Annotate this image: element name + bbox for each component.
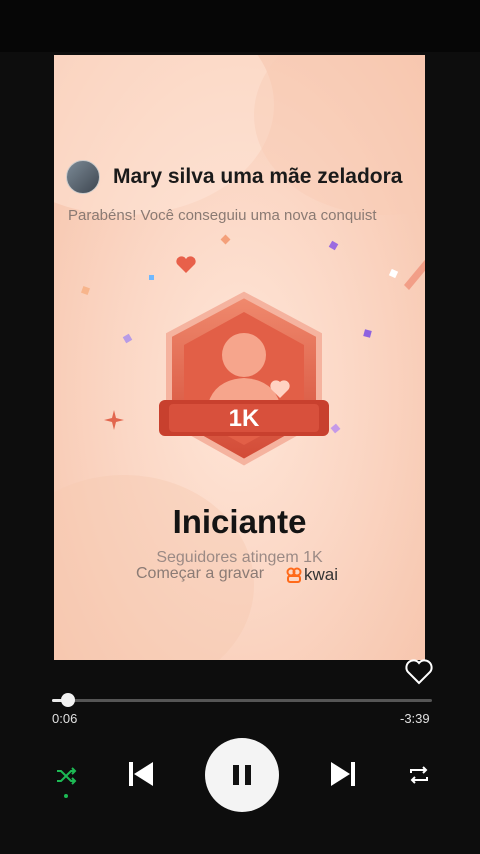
username[interactable]: Mary silva uma mãe zeladora xyxy=(113,165,402,189)
pause-button[interactable] xyxy=(205,738,279,812)
progress-thumb[interactable] xyxy=(61,693,75,707)
achievement-subtitle: Parabéns! Você conseguiu uma nova conqui… xyxy=(68,207,377,224)
remaining-time: -3:39 xyxy=(400,711,430,726)
achievement-title: Iniciante xyxy=(172,503,307,540)
heart-sticker-icon xyxy=(176,256,196,273)
sparkle-icon xyxy=(104,410,124,430)
kwai-icon xyxy=(286,567,302,583)
record-label[interactable]: Começar a gravar xyxy=(136,565,264,583)
status-bar xyxy=(0,0,480,52)
progress-bar[interactable] xyxy=(52,699,432,702)
achievement-badge: 1K xyxy=(159,291,329,466)
elapsed-time: 0:06 xyxy=(52,711,78,726)
repeat-icon[interactable] xyxy=(406,762,432,788)
shuffle-icon[interactable] xyxy=(54,764,78,788)
avatar[interactable] xyxy=(66,160,100,194)
previous-icon[interactable] xyxy=(125,758,157,790)
kwai-logo: kwai xyxy=(286,565,338,585)
confetti xyxy=(81,286,90,295)
confetti xyxy=(220,234,231,245)
heart-icon[interactable] xyxy=(404,658,434,686)
kwai-brand: kwai xyxy=(304,565,339,584)
pause-icon xyxy=(233,765,251,785)
next-icon[interactable] xyxy=(327,758,359,790)
confetti xyxy=(122,333,133,344)
confetti xyxy=(149,275,154,280)
confetti xyxy=(328,240,339,251)
shuffle-active-dot xyxy=(64,794,68,798)
confetti xyxy=(363,329,372,338)
media-card: Mary silva uma mãe zeladora Parabéns! Vo… xyxy=(54,55,425,660)
user-row[interactable]: Mary silva uma mãe zeladora xyxy=(66,160,402,194)
gift-ribbon-icon xyxy=(404,259,425,290)
badge-label: 1K xyxy=(229,405,260,432)
